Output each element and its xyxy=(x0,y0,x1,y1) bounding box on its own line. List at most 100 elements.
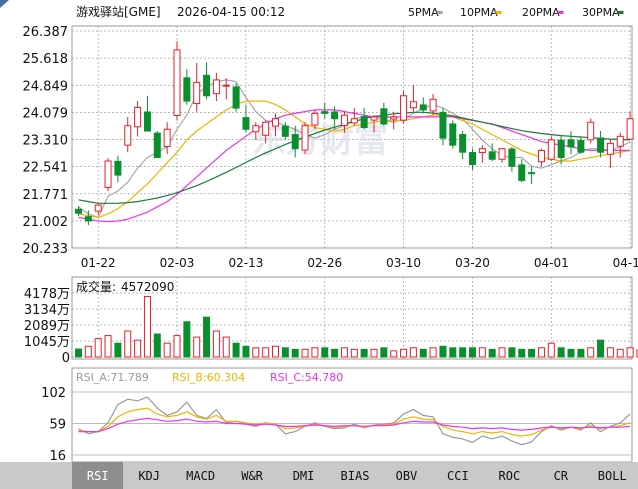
candle-body xyxy=(567,139,575,148)
tab-cr[interactable]: CR xyxy=(535,462,586,489)
candle-body xyxy=(400,95,408,121)
candle xyxy=(587,118,595,144)
candle-body xyxy=(163,128,171,148)
stock-chart-widget: 游戏驿站[GME] 2026-04-15 00:12 5PMA 10PMA 20PM… xyxy=(0,0,638,489)
date-tick-label: 03-10 xyxy=(386,256,421,270)
candle-body xyxy=(478,148,486,154)
candle-body xyxy=(498,148,506,160)
date-tick-label: 02-03 xyxy=(160,256,195,270)
rsi-legend: RSI_A:71.789 RSI_B:60.304 RSI_C:54.780 xyxy=(76,371,343,384)
price-tick-label: 24.079 xyxy=(23,106,69,121)
rsi-legend-label: RSI_B:60.304 xyxy=(172,371,245,384)
volume-bar xyxy=(528,348,536,358)
candle-body xyxy=(409,101,417,109)
candle-body xyxy=(153,132,161,158)
candle xyxy=(153,131,161,158)
candle xyxy=(173,41,181,121)
volume-bar xyxy=(203,316,211,358)
volume-bar xyxy=(143,295,151,358)
candle-body xyxy=(252,125,260,133)
volume-bar xyxy=(587,347,595,358)
candle xyxy=(498,148,506,163)
rsi-b-line xyxy=(78,407,631,437)
tab-obv[interactable]: OBV xyxy=(381,462,432,489)
candle xyxy=(380,102,388,126)
candle xyxy=(449,120,457,149)
candle-body xyxy=(311,112,319,126)
candle xyxy=(222,78,230,100)
candle-body xyxy=(606,142,614,155)
tab-boll[interactable]: BOLL xyxy=(587,462,638,489)
tab-roc[interactable]: ROC xyxy=(484,462,535,489)
volume-bar xyxy=(232,342,240,358)
candle-body xyxy=(272,118,279,127)
volume-bar xyxy=(409,347,417,358)
ma-legend-swatch xyxy=(617,11,624,14)
candle xyxy=(104,158,112,191)
candle xyxy=(478,145,486,163)
candle-body xyxy=(616,135,624,147)
volume-bar xyxy=(557,347,565,358)
candle-body xyxy=(193,81,201,105)
candle xyxy=(114,155,122,183)
tab-w-r[interactable]: W&R xyxy=(226,462,277,489)
candle-body xyxy=(547,139,555,160)
candle-body xyxy=(449,123,457,146)
tab-rsi[interactable]: RSI xyxy=(72,462,124,489)
volume-bar xyxy=(262,347,270,358)
candle-body xyxy=(331,111,339,120)
candle xyxy=(488,143,496,162)
candle xyxy=(400,90,408,124)
candle-body xyxy=(577,140,585,153)
volume-bar xyxy=(370,348,378,358)
date-tick-label: 03-20 xyxy=(455,256,490,270)
volume-bar xyxy=(390,350,398,358)
candle xyxy=(537,148,545,167)
volume-bar xyxy=(311,347,319,358)
candle-body xyxy=(429,98,437,112)
date-tick-label: 02-26 xyxy=(307,256,342,270)
price-tick-label: 26.387 xyxy=(23,25,69,40)
tab-cci[interactable]: CCI xyxy=(432,462,483,489)
candle-body xyxy=(281,125,289,137)
rsi-lines xyxy=(78,396,631,446)
volume-bar xyxy=(616,348,624,358)
rsi-tick-label: 102 xyxy=(41,386,66,401)
candle-body xyxy=(626,118,634,140)
ma-legend-label: 10PMA xyxy=(460,6,498,19)
candle-body xyxy=(439,111,447,139)
candle xyxy=(409,85,417,112)
tab-dmi[interactable]: DMI xyxy=(278,462,329,489)
candle xyxy=(232,83,240,112)
volume-bar xyxy=(134,339,142,358)
volume-bar xyxy=(380,347,388,358)
candle xyxy=(547,136,555,162)
corner-marker-icon xyxy=(0,0,9,8)
candle xyxy=(616,132,624,158)
candle-body xyxy=(143,111,151,132)
candle xyxy=(203,62,211,100)
tab-macd[interactable]: MACD xyxy=(175,462,226,489)
tab-kdj[interactable]: KDJ xyxy=(123,462,174,489)
candle-body xyxy=(124,125,132,146)
candle-body xyxy=(262,121,270,136)
candle-body xyxy=(242,117,250,130)
candle-body xyxy=(212,79,220,95)
ma-legend-label: 5PMA xyxy=(408,6,439,19)
candle-body xyxy=(301,125,309,151)
volume-bar xyxy=(429,347,437,358)
volume-bar xyxy=(508,347,516,358)
candle-body xyxy=(222,84,230,87)
volume-bar xyxy=(547,342,555,358)
candle xyxy=(321,102,329,119)
volume-bar xyxy=(449,347,457,358)
candle xyxy=(597,131,605,158)
ma-legend-swatch xyxy=(436,11,443,14)
volume-bar xyxy=(272,345,279,358)
tab-bias[interactable]: BIAS xyxy=(329,462,380,489)
candle-body xyxy=(597,137,605,153)
candle xyxy=(577,136,585,154)
volume-bar xyxy=(183,321,191,358)
candle xyxy=(143,95,151,132)
candle-body xyxy=(360,116,368,129)
